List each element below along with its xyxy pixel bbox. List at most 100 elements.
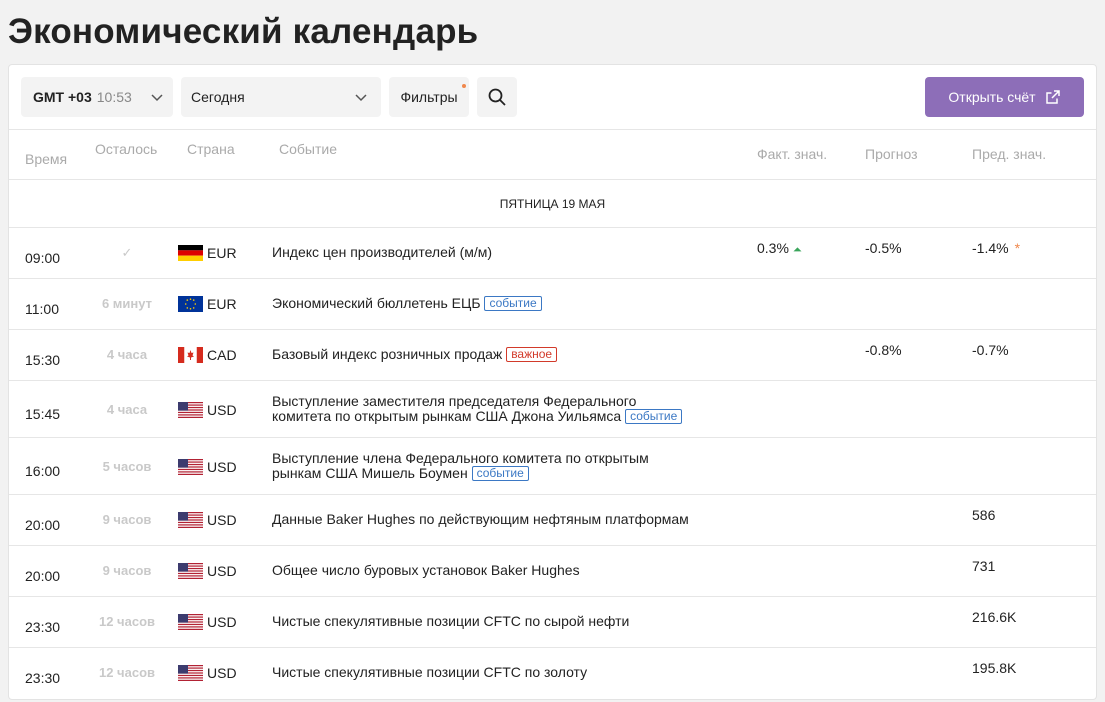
filters-label: Фильтры bbox=[400, 89, 458, 105]
column-event: Событие bbox=[279, 141, 337, 157]
currency-code: USD bbox=[207, 563, 237, 579]
event-title[interactable]: Индекс цен производителей (м/м) bbox=[272, 245, 712, 260]
country-cell: USD bbox=[178, 459, 237, 475]
column-forecast: Прогноз bbox=[865, 146, 918, 162]
open-account-button[interactable]: Открыть счёт bbox=[925, 77, 1084, 117]
actual-text: 0.3% bbox=[757, 240, 789, 256]
de-flag-icon bbox=[178, 245, 203, 261]
previous-value: -0.7% bbox=[972, 342, 1009, 358]
event-text: Экономический бюллетень ЕЦБ bbox=[272, 295, 481, 311]
event-title[interactable]: Выступление члена Федерального комитета … bbox=[272, 451, 712, 481]
external-link-icon bbox=[1045, 90, 1060, 104]
country-cell: CAD bbox=[178, 347, 237, 363]
date-header: ПЯТНИЦА 19 МАЯ bbox=[9, 180, 1096, 228]
event-title[interactable]: Общее число буровых установок Baker Hugh… bbox=[272, 563, 712, 578]
event-time: 20:00 bbox=[25, 517, 61, 533]
event-text-line1: Выступление члена Федерального комитета … bbox=[272, 450, 649, 466]
time-remaining: 12 часов bbox=[98, 665, 155, 680]
us-flag-icon bbox=[178, 402, 203, 418]
table-row[interactable]: 11:00 6 минут EUR Экономический бюллетен… bbox=[9, 279, 1096, 330]
date-header-label: ПЯТНИЦА 19 МАЯ bbox=[499, 196, 606, 211]
currency-code: CAD bbox=[207, 347, 237, 363]
currency-code: USD bbox=[207, 665, 237, 681]
timezone-time: 10:53 bbox=[96, 89, 132, 105]
event-text: рынкам США Мишель Боумен bbox=[272, 465, 468, 481]
country-cell: USD bbox=[178, 563, 237, 579]
country-cell: EUR bbox=[178, 296, 237, 312]
toolbar: GMT +03 10:53 Сегодня Фильтры Открыть сч… bbox=[9, 65, 1096, 130]
event-text: Чистые спекулятивные позиции CFTC по зол… bbox=[272, 664, 588, 680]
event-time: 23:30 bbox=[25, 619, 61, 635]
currency-code: USD bbox=[207, 614, 237, 630]
column-country: Страна bbox=[187, 141, 235, 157]
previous-value: 195.8K bbox=[972, 660, 1017, 676]
column-actual: Факт. знач. bbox=[757, 146, 828, 162]
chevron-down-icon bbox=[355, 94, 367, 102]
table-row[interactable]: 15:30 4 часа CAD Базовый индекс розничны… bbox=[9, 330, 1096, 381]
page-title: Экономический календарь bbox=[8, 12, 479, 51]
currency-code: USD bbox=[207, 459, 237, 475]
event-badge: событие bbox=[471, 466, 529, 481]
event-title[interactable]: Выступление заместителя председателя Фед… bbox=[272, 394, 712, 424]
event-time: 15:45 bbox=[25, 406, 61, 422]
important-badge: важное bbox=[506, 347, 558, 362]
event-text: Данные Baker Hughes по действующим нефтя… bbox=[272, 511, 689, 527]
forecast-value: -0.5% bbox=[865, 240, 902, 256]
table-row[interactable]: 15:45 4 часа USD Выступление заместителя… bbox=[9, 381, 1096, 438]
event-title[interactable]: Чистые спекулятивные позиции CFTC по зол… bbox=[272, 665, 712, 680]
time-remaining: 9 часов bbox=[102, 512, 152, 527]
event-time: 11:00 bbox=[25, 301, 59, 317]
actual-value: 0.3% ⏶ bbox=[757, 240, 802, 257]
us-flag-icon bbox=[178, 512, 203, 528]
event-title[interactable]: Данные Baker Hughes по действующим нефтя… bbox=[272, 512, 712, 527]
timezone-select[interactable]: GMT +03 10:53 bbox=[21, 77, 173, 117]
event-title[interactable]: Экономический бюллетень ЕЦБ событие bbox=[272, 296, 712, 311]
table-row[interactable]: 16:00 5 часов USD Выступление члена Феде… bbox=[9, 438, 1096, 495]
event-time: 15:30 bbox=[25, 352, 61, 368]
event-text: Чистые спекулятивные позиции CFTC по сыр… bbox=[272, 613, 630, 629]
search-button[interactable] bbox=[477, 77, 517, 117]
previous-value: 216.6K bbox=[972, 609, 1017, 625]
us-flag-icon bbox=[178, 614, 203, 630]
country-cell: USD bbox=[178, 512, 237, 528]
event-title[interactable]: Чистые спекулятивные позиции CFTC по сыр… bbox=[272, 614, 712, 629]
time-remaining: 12 часов bbox=[98, 614, 155, 629]
time-remaining: 9 часов bbox=[102, 563, 152, 578]
ca-flag-icon bbox=[178, 347, 203, 363]
filters-active-dot bbox=[462, 84, 466, 88]
currency-code: EUR bbox=[207, 245, 237, 261]
day-select[interactable]: Сегодня bbox=[181, 77, 381, 117]
currency-code: EUR bbox=[207, 296, 237, 312]
previous-text: -1.4% bbox=[972, 240, 1009, 256]
event-title[interactable]: Базовый индекс розничных продаж важное bbox=[272, 347, 712, 362]
country-cell: EUR bbox=[178, 245, 237, 261]
table-row[interactable]: 23:30 12 часов USD Чистые спекулятивные … bbox=[9, 648, 1096, 699]
event-time: 16:00 bbox=[25, 463, 61, 479]
check-icon: ✓ bbox=[121, 245, 133, 260]
event-text: Общее число буровых установок Baker Hugh… bbox=[272, 562, 580, 578]
timezone-label: GMT +03 bbox=[33, 89, 92, 105]
day-select-value: Сегодня bbox=[191, 89, 245, 105]
event-time: 23:30 bbox=[25, 670, 61, 686]
event-badge: событие bbox=[484, 296, 542, 311]
open-account-label: Открыть счёт bbox=[948, 89, 1036, 105]
table-row[interactable]: 20:00 9 часов USD Данные Baker Hughes по… bbox=[9, 495, 1096, 546]
calendar-card: GMT +03 10:53 Сегодня Фильтры Открыть сч… bbox=[8, 64, 1097, 700]
chevron-down-icon bbox=[151, 94, 163, 102]
filters-button[interactable]: Фильтры bbox=[389, 77, 469, 117]
forecast-value: -0.8% bbox=[865, 342, 902, 358]
column-time: Время bbox=[25, 151, 68, 167]
table-row[interactable]: 09:00 ✓ EUR Индекс цен производителей (м… bbox=[9, 228, 1096, 279]
previous-value: 731 bbox=[972, 558, 996, 574]
table-row[interactable]: 23:30 12 часов USD Чистые спекулятивные … bbox=[9, 597, 1096, 648]
us-flag-icon bbox=[178, 563, 203, 579]
previous-value: -1.4% * bbox=[972, 240, 1020, 256]
revised-marker: * bbox=[1014, 240, 1021, 256]
us-flag-icon bbox=[178, 665, 203, 681]
previous-value: 586 bbox=[972, 507, 996, 523]
time-remaining: 6 минут bbox=[101, 296, 153, 311]
event-text: Базовый индекс розничных продаж bbox=[272, 346, 503, 362]
table-row[interactable]: 20:00 9 часов USD Общее число буровых ус… bbox=[9, 546, 1096, 597]
event-badge: событие bbox=[625, 409, 683, 424]
country-cell: USD bbox=[178, 402, 237, 418]
